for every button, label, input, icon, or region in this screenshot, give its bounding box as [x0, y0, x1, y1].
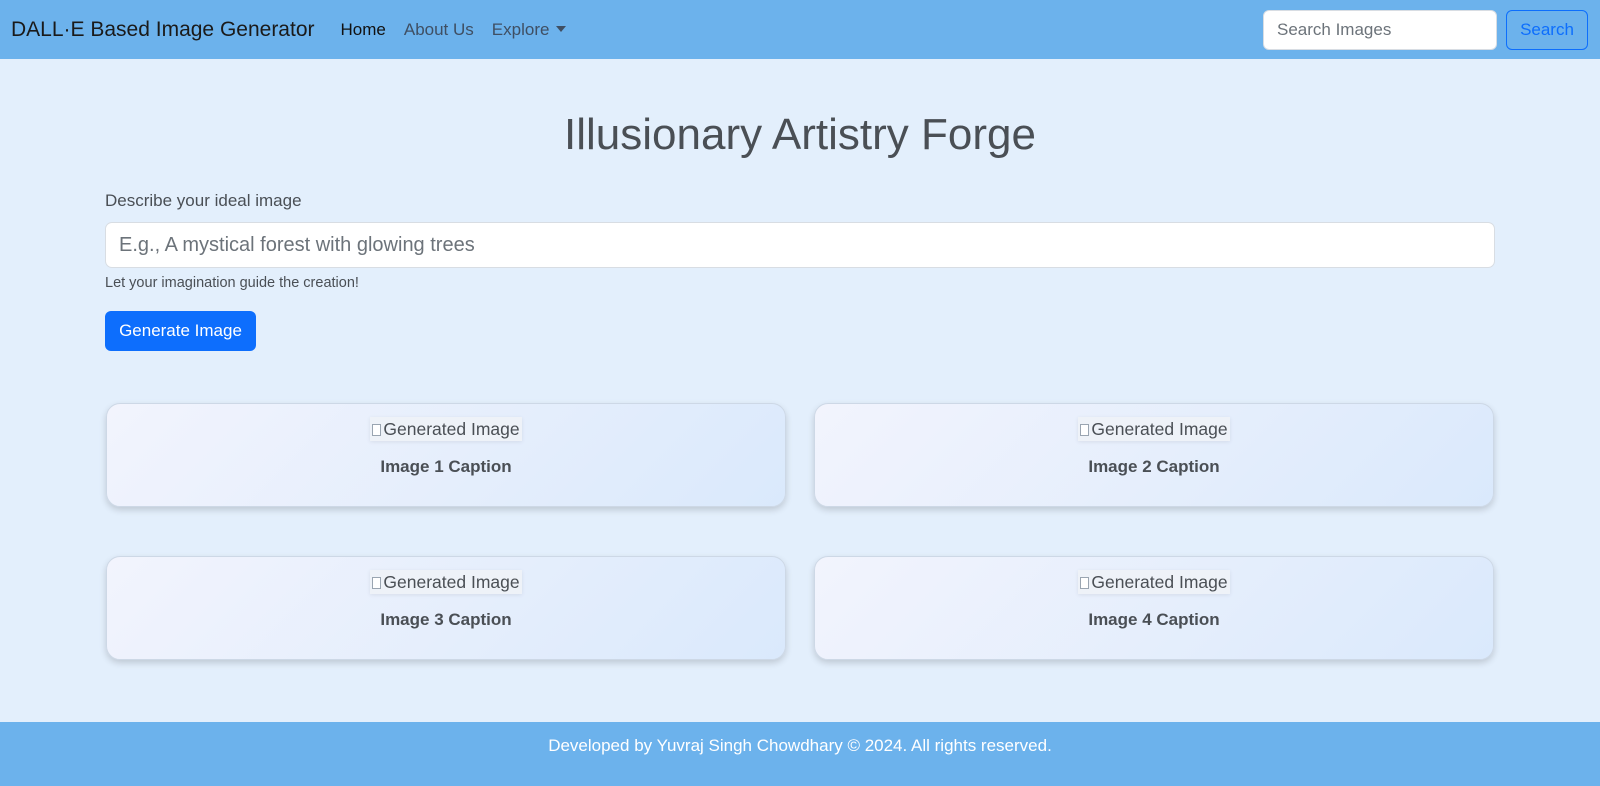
generated-image: Generated Image	[370, 417, 522, 441]
nav-link-home[interactable]: Home	[341, 20, 386, 40]
nav-dropdown-explore-label: Explore	[491, 19, 550, 39]
nav-link-about-us[interactable]: About Us	[404, 20, 474, 40]
broken-image-icon	[1080, 577, 1090, 589]
broken-image-icon	[1080, 424, 1090, 436]
image-caption: Image 2 Caption	[1088, 457, 1220, 476]
search-input[interactable]	[1263, 10, 1497, 50]
image-card: Generated Image Image 1 Caption	[106, 403, 786, 507]
image-caption: Image 1 Caption	[380, 457, 512, 476]
footer-copyright: Developed by Yuvraj Singh Chowdhary © 20…	[548, 736, 1052, 755]
navbar-brand[interactable]: DALL·E Based Image Generator	[11, 18, 315, 42]
navbar: DALL·E Based Image Generator Home About …	[0, 0, 1600, 59]
broken-image-icon	[372, 424, 382, 436]
image-card: Generated Image Image 2 Caption	[814, 403, 1494, 507]
footer: Developed by Yuvraj Singh Chowdhary © 20…	[0, 722, 1600, 786]
prompt-input[interactable]	[105, 222, 1495, 268]
prompt-label: Describe your ideal image	[105, 191, 302, 210]
image-caption: Image 3 Caption	[380, 610, 512, 629]
page-title: Illusionary Artistry Forge	[564, 110, 1036, 159]
generated-image: Generated Image	[370, 570, 522, 594]
caret-down-icon	[556, 25, 567, 32]
generated-image-alt: Generated Image	[383, 419, 520, 439]
generate-image-button[interactable]: Generate Image	[105, 311, 256, 351]
broken-image-icon	[372, 577, 382, 589]
search-button[interactable]: Search	[1506, 10, 1588, 50]
generated-image: Generated Image	[1078, 417, 1230, 441]
nav-dropdown-explore[interactable]: Explore	[492, 20, 567, 40]
image-card: Generated Image Image 3 Caption	[106, 556, 786, 660]
image-caption: Image 4 Caption	[1088, 610, 1220, 629]
generated-image: Generated Image	[1078, 570, 1230, 594]
generated-image-alt: Generated Image	[1091, 572, 1228, 592]
prompt-help-text: Let your imagination guide the creation!	[105, 275, 359, 291]
generated-image-alt: Generated Image	[383, 572, 520, 592]
image-card: Generated Image Image 4 Caption	[814, 556, 1494, 660]
navbar-search-form: Search	[1263, 10, 1588, 50]
generated-image-alt: Generated Image	[1091, 419, 1228, 439]
